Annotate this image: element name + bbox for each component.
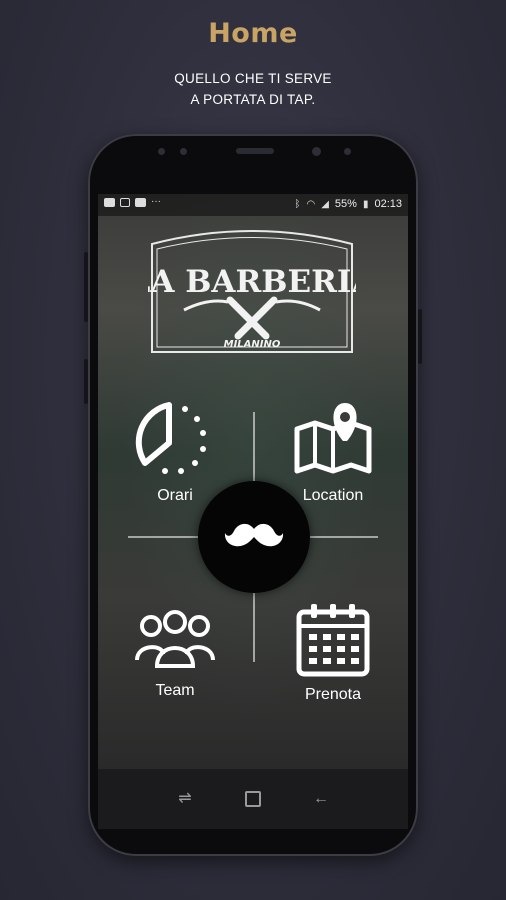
battery-percent: 55%	[334, 198, 357, 210]
bixby-button	[84, 359, 88, 404]
logo-subtitle: MILANINO	[224, 339, 281, 350]
status-bar: ··· ᛒ ◠ ◢ 55% ▮ 02:13	[98, 194, 408, 216]
location-button[interactable]: Location	[268, 399, 398, 505]
mustache-icon	[224, 523, 284, 547]
mustache-center-button[interactable]	[198, 481, 310, 593]
gallery-icon	[104, 198, 115, 207]
recents-icon[interactable]: ⇌	[173, 789, 197, 809]
team-button[interactable]: Team	[110, 604, 240, 700]
clock: 02:13	[374, 198, 402, 210]
back-icon[interactable]: ←	[309, 789, 333, 809]
barberia-logo: LA BARBERIA MILANINO	[129, 224, 376, 354]
team-label: Team	[155, 682, 195, 699]
prenota-button[interactable]: Prenota	[268, 604, 398, 704]
android-nav-bar: ⇌ ←	[98, 769, 408, 829]
battery-icon: ▮	[362, 198, 369, 210]
calendar-icon	[296, 604, 370, 677]
more-notifications-icon: ···	[151, 196, 161, 207]
instagram-icon	[120, 198, 130, 207]
home-icon[interactable]	[241, 789, 265, 809]
map-icon	[294, 403, 372, 474]
hero-subtitle-line2: A PORTATA DI TAP.	[190, 92, 316, 107]
team-icon	[135, 610, 215, 668]
volume-button	[84, 252, 88, 322]
iris-scanner	[344, 148, 351, 155]
bluetooth-icon: ᛒ	[294, 198, 301, 210]
clock-icon	[135, 402, 206, 474]
wifi-icon: ◠	[306, 198, 316, 210]
youtube-icon	[135, 198, 146, 207]
hero-subtitle-line1: QUELLO CHE TI SERVE	[174, 71, 332, 86]
signal-icon: ◢	[321, 198, 329, 210]
earpiece-speaker	[236, 148, 274, 154]
prenota-label: Prenota	[304, 686, 362, 703]
logo-title: LA BARBERIA	[148, 264, 356, 300]
sensor-dot	[180, 148, 187, 155]
sensor-dot	[158, 148, 165, 155]
phone-frame: ··· ᛒ ◠ ◢ 55% ▮ 02:13 LA BARBERIA	[84, 134, 422, 856]
power-button	[418, 309, 422, 364]
app-screen: ··· ᛒ ◠ ◢ 55% ▮ 02:13 LA BARBERIA	[98, 194, 408, 769]
front-camera	[312, 147, 321, 156]
hero-subtitle: QUELLO CHE TI SERVE A PORTATA DI TAP.	[0, 68, 506, 110]
orari-button[interactable]: Orari	[110, 399, 240, 505]
hero-title: Home	[208, 18, 298, 49]
